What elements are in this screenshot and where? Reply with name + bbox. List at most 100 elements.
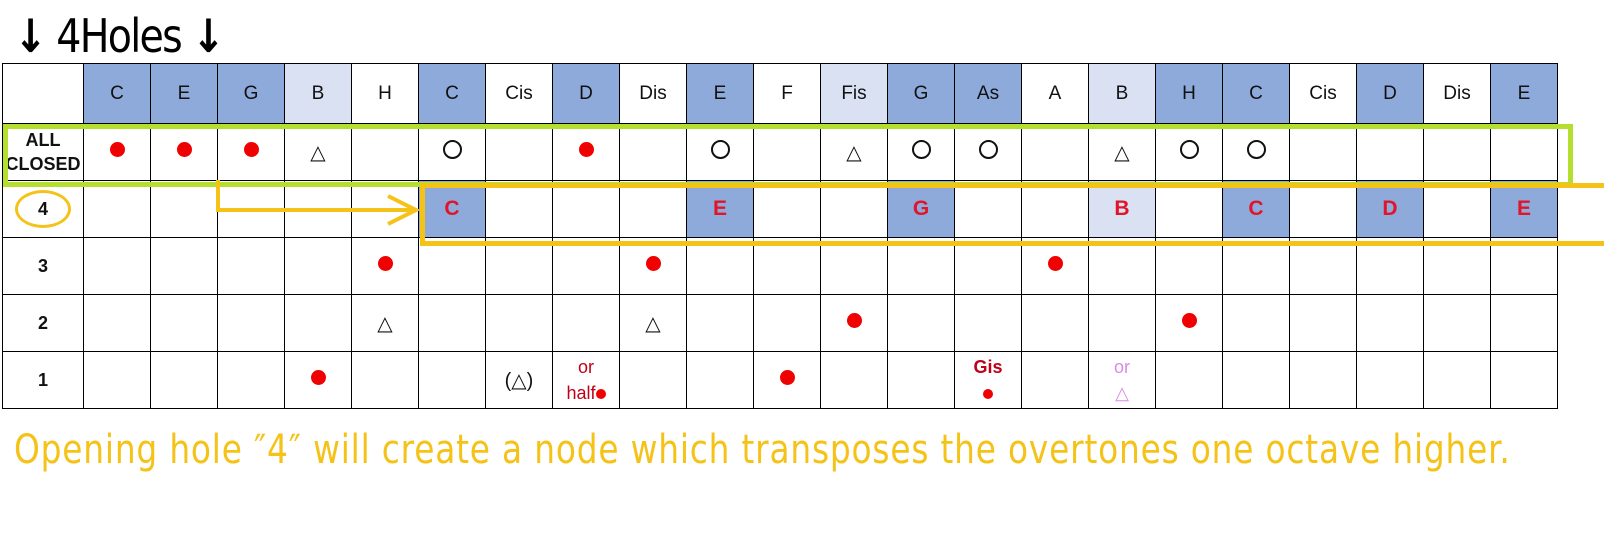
table-cell <box>150 294 218 352</box>
note-name: Dis <box>639 82 667 104</box>
red-dot-icon <box>645 256 661 271</box>
header-note-cell: A <box>1021 63 1089 124</box>
table-cell <box>351 237 419 295</box>
table-cell <box>351 180 419 238</box>
red-dot-icon <box>595 389 606 399</box>
note-name: H <box>378 82 392 104</box>
table-cell <box>887 294 955 352</box>
red-dot-icon <box>578 142 594 157</box>
table-cell <box>954 123 1022 181</box>
transposed-note: B <box>1114 197 1130 220</box>
table-cell <box>1021 294 1089 352</box>
red-dot-icon <box>1181 313 1197 328</box>
note-name: H <box>1182 82 1196 104</box>
table-cell <box>753 123 821 181</box>
table-cell <box>552 237 620 295</box>
table-cell <box>1088 294 1156 352</box>
red-dot-icon <box>109 142 125 157</box>
table-cell <box>1155 351 1223 409</box>
note-name: Cis <box>1309 82 1337 104</box>
table-cell <box>1021 180 1089 238</box>
table-cell <box>284 294 352 352</box>
note-name: As <box>976 82 1000 104</box>
red-dot-icon <box>846 313 862 328</box>
table-cell <box>1490 123 1558 181</box>
table-cell <box>1222 294 1290 352</box>
hole-number-circled: 4 <box>15 190 71 228</box>
table-cell <box>418 351 486 409</box>
header-note-cell: C <box>83 63 151 124</box>
open-circle-icon <box>978 139 998 159</box>
hole-number: 3 <box>37 255 48 276</box>
header-note-cell: D <box>1356 63 1424 124</box>
down-arrow-icon: ↓ <box>191 9 225 63</box>
table-cell <box>1423 294 1491 352</box>
header-note-cell: C <box>418 63 486 124</box>
table-cell <box>1289 351 1357 409</box>
table-cell <box>217 123 285 181</box>
table-cell: or half <box>552 351 620 409</box>
table-cell <box>820 237 888 295</box>
table-cell <box>887 237 955 295</box>
transposed-note: D <box>1382 197 1398 220</box>
half-text: half <box>566 383 596 403</box>
table-cell <box>150 351 218 409</box>
note-name: C <box>110 82 124 104</box>
table-cell: △ <box>1088 123 1156 181</box>
red-dot-icon <box>310 370 326 385</box>
table-cell <box>619 180 687 238</box>
note-name: Fis <box>841 82 867 104</box>
table-row: 3 <box>2 237 1558 295</box>
hole-number: 1 <box>37 369 48 390</box>
or-triangle-note: or △ <box>1089 354 1155 406</box>
note-name: C <box>445 82 459 104</box>
corner-cell <box>2 63 84 124</box>
row-label: 2 <box>2 294 84 352</box>
triangle-icon: △ <box>645 312 661 335</box>
table-cell <box>1289 180 1357 238</box>
table-cell <box>1021 237 1089 295</box>
table-cell: C <box>418 180 486 238</box>
row-label-line: ALL <box>25 130 61 150</box>
half-label: half <box>553 380 619 406</box>
table-cell <box>1423 351 1491 409</box>
table-cell <box>1155 180 1223 238</box>
row-label: 1 <box>2 351 84 409</box>
table-cell <box>1490 294 1558 352</box>
triangle-icon: △ <box>1114 141 1130 164</box>
open-circle-icon <box>911 139 931 159</box>
red-dot-icon <box>983 389 993 399</box>
header-note-cell: As <box>954 63 1022 124</box>
table-row: 2 △ △ <box>2 294 1558 352</box>
table-cell <box>686 123 754 181</box>
table-cell <box>150 123 218 181</box>
header-note-cell: B <box>284 63 352 124</box>
header-note-cell: Dis <box>619 63 687 124</box>
table-cell <box>1490 237 1558 295</box>
open-circle-icon <box>1246 139 1266 159</box>
red-dot-icon <box>243 142 259 157</box>
table-cell <box>686 237 754 295</box>
table-cell <box>1356 237 1424 295</box>
table-cell: or △ <box>1088 351 1156 409</box>
table-cell <box>1289 237 1357 295</box>
header-note-cell: Cis <box>1289 63 1357 124</box>
page-title: ↓ 4Holes ↓ <box>14 6 225 66</box>
table-cell <box>485 180 553 238</box>
down-arrow-icon: ↓ <box>14 9 47 63</box>
table-cell <box>83 237 151 295</box>
fingering-table: C E G B H C Cis D Dis E F Fis G As A B H C Cis D Dis E ALL CLOS… <box>2 63 1558 409</box>
table-cell <box>284 237 352 295</box>
table-row: 4 C E G B C D E <box>2 180 1558 238</box>
table-cell <box>1423 180 1491 238</box>
gis-note: Gis <box>955 354 1021 406</box>
note-name: B <box>1115 82 1129 104</box>
table-cell <box>485 294 553 352</box>
note-name: C <box>1249 82 1263 104</box>
transposed-note: C <box>444 197 460 220</box>
table-cell <box>954 237 1022 295</box>
table-cell: △ <box>351 294 419 352</box>
triangle-icon: △ <box>377 312 393 335</box>
table-cell <box>887 123 955 181</box>
table-cell <box>83 294 151 352</box>
